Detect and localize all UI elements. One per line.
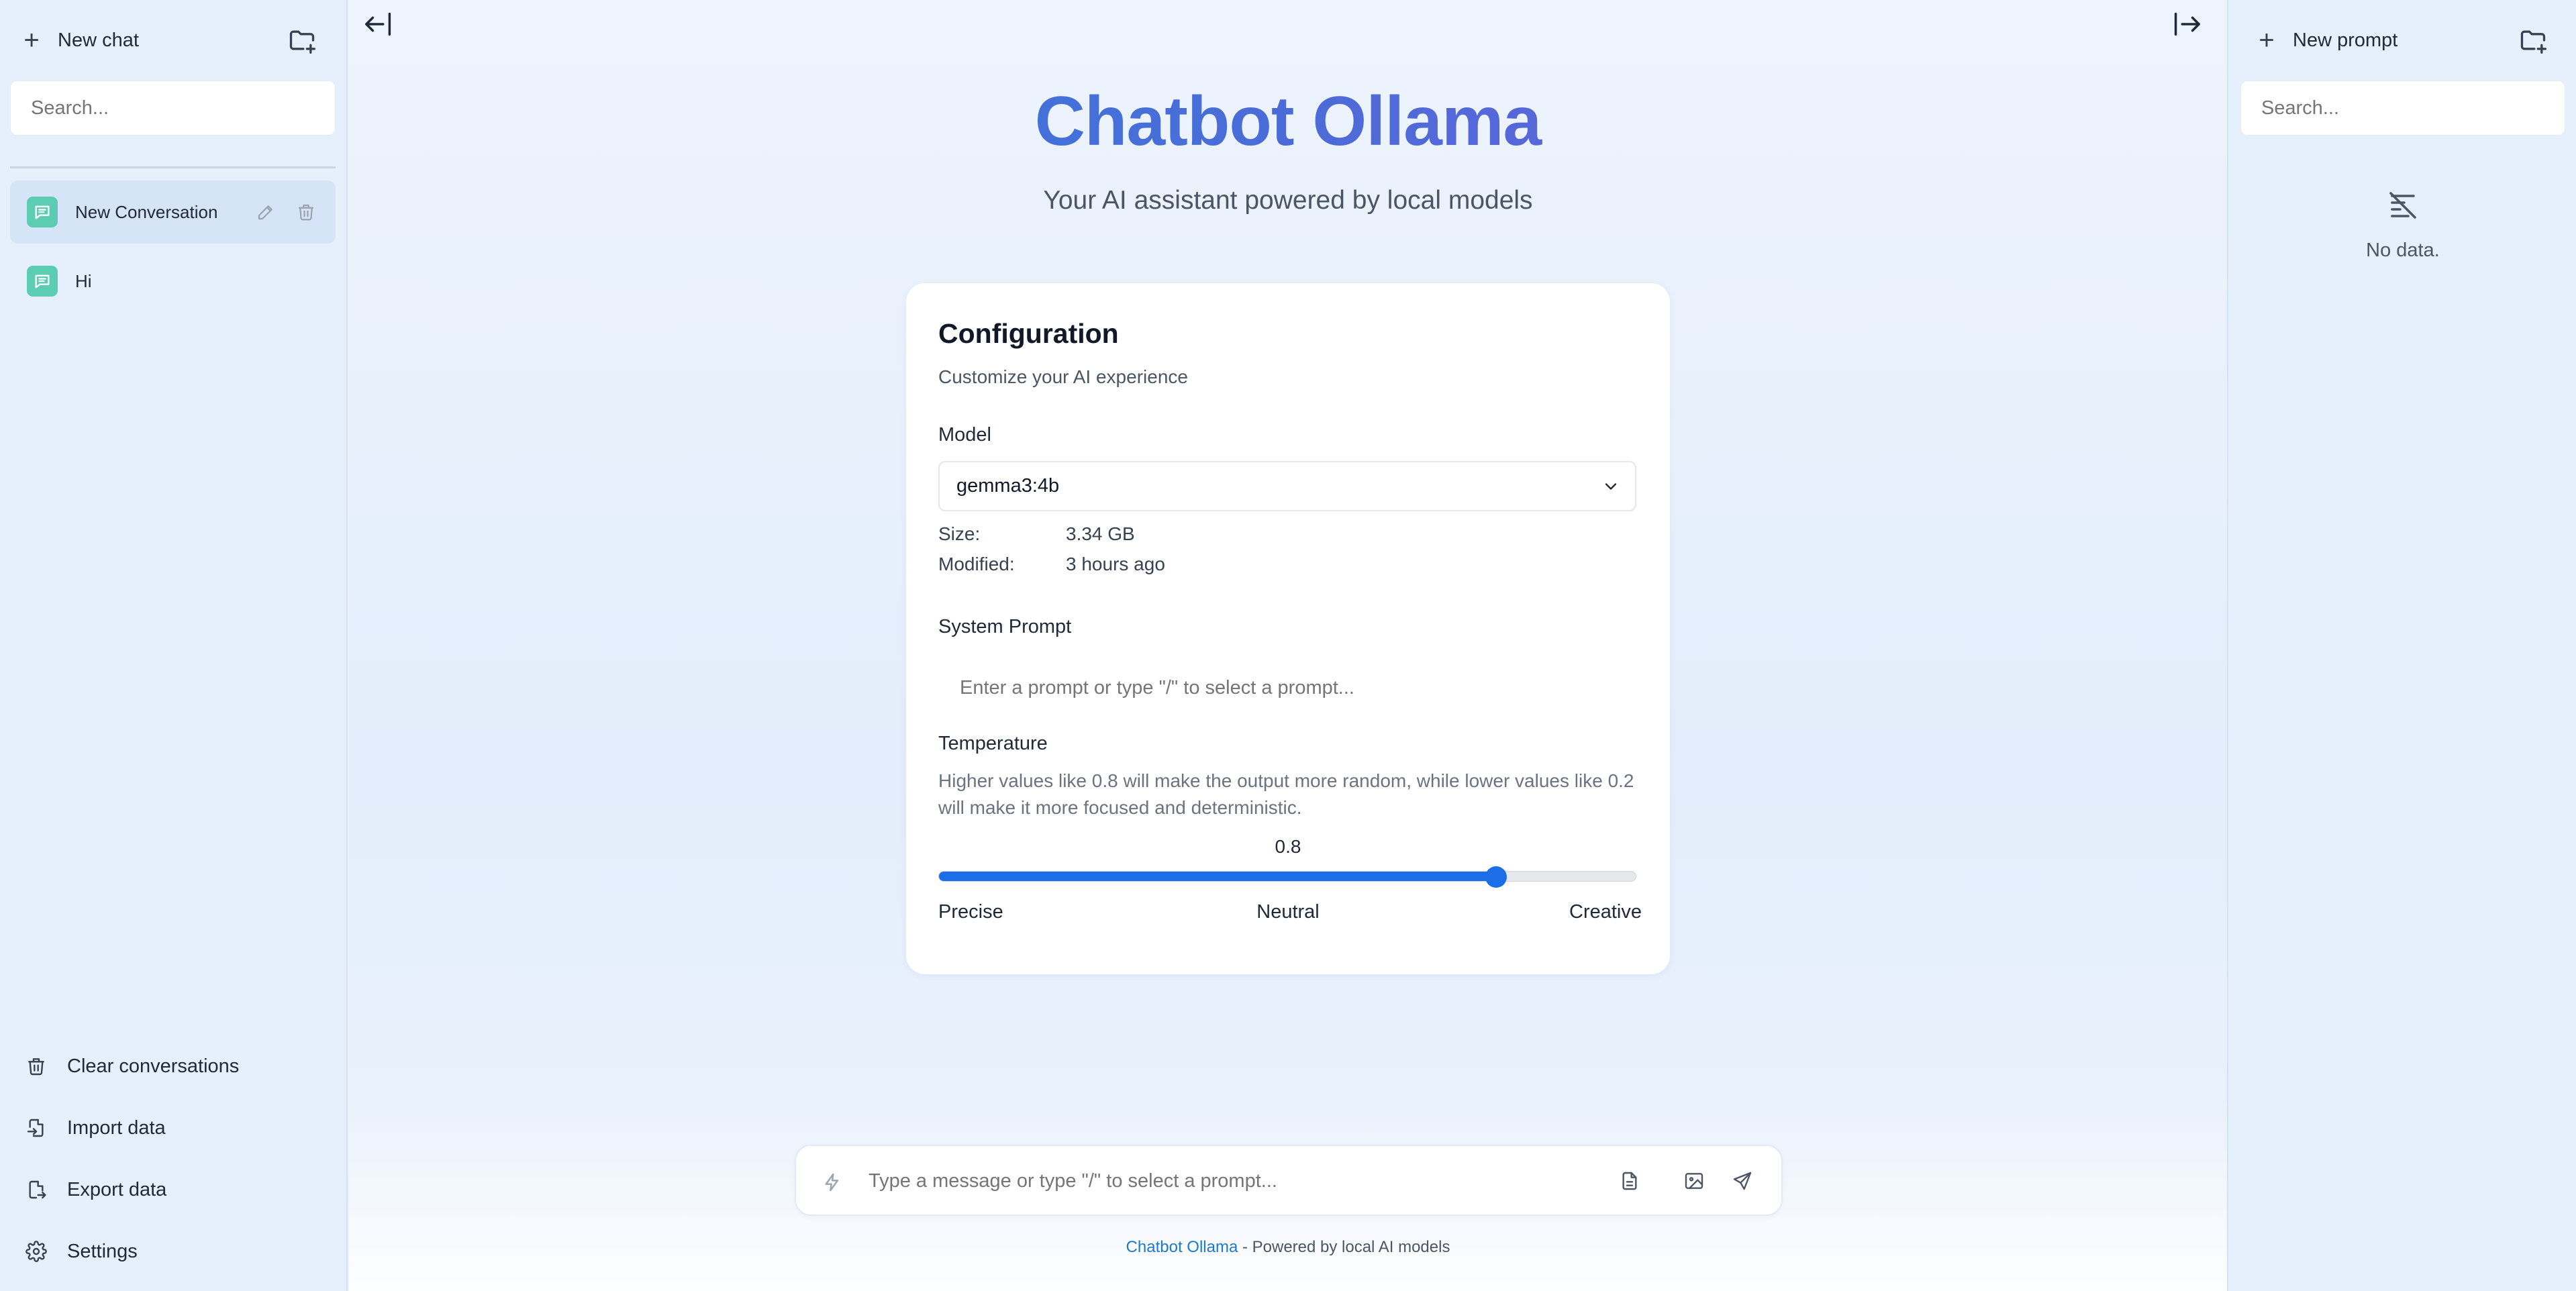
no-data-text: No data. [2366, 240, 2440, 261]
model-label: Model [938, 424, 991, 446]
footer-link[interactable]: Chatbot Ollama [1126, 1238, 1238, 1256]
page-title: Chatbot Ollama [349, 82, 2227, 162]
delete-conversation-button[interactable] [291, 197, 321, 227]
page-subtitle: Your AI assistant powered by local model… [1043, 186, 1533, 215]
new-chat-button[interactable]: + New chat [20, 20, 275, 60]
divider [10, 166, 336, 168]
modified-value: 3 hours ago [1066, 554, 1165, 574]
temperature-description: Higher values like 0.8 will make the out… [938, 770, 1634, 818]
chevron-down-icon [1605, 483, 1617, 490]
prompt-search-input[interactable] [2240, 81, 2565, 136]
collapse-left-sidebar-button[interactable] [362, 9, 396, 39]
modified-label: Modified: [938, 554, 1015, 574]
settings-label: Settings [67, 1240, 138, 1262]
file-import-icon [27, 1119, 44, 1137]
main-area: Chatbot Ollama Your AI assistant powered… [349, 0, 2227, 1291]
system-prompt-input[interactable] [938, 663, 1636, 713]
folder-plus-icon [289, 30, 315, 54]
model-size-row: Size: 3.34 GB [938, 523, 1135, 545]
size-label: Size: [938, 523, 981, 544]
edit-conversation-button[interactable] [251, 197, 281, 227]
footer-text: - Powered by local AI models [1238, 1238, 1450, 1256]
conversation-item[interactable]: New Conversation [10, 180, 336, 244]
trash-icon [28, 1058, 44, 1076]
conversation-label: Hi [75, 270, 92, 291]
model-modified-row: Modified: 3 hours ago [938, 554, 1165, 575]
model-select[interactable]: gemma3:4b [938, 461, 1636, 511]
chat-message-input[interactable] [869, 1159, 1580, 1202]
file-icon [1622, 1172, 1637, 1190]
size-value: 3.34 GB [1066, 523, 1135, 544]
file-export-icon [29, 1180, 46, 1199]
arrow-right-bar-icon [2174, 12, 2200, 36]
no-data-icon [2389, 192, 2416, 219]
new-folder-button[interactable] [287, 25, 317, 55]
new-prompt-label: New prompt [2293, 29, 2398, 51]
collapse-right-sidebar-button[interactable] [2169, 9, 2203, 39]
message-icon [27, 266, 58, 297]
clear-conversations-label: Clear conversations [67, 1055, 240, 1077]
export-data-label: Export data [67, 1178, 167, 1200]
slider-label-neutral: Neutral [1256, 901, 1320, 923]
image-icon [1685, 1173, 1703, 1189]
model-select-value: gemma3:4b [956, 475, 1060, 497]
conversation-item[interactable]: Hi [10, 250, 336, 313]
import-data-button[interactable]: Import data [26, 1108, 321, 1148]
arrow-left-bar-icon [365, 12, 391, 36]
system-prompt-label: System Prompt [938, 616, 1072, 637]
new-chat-label: New chat [58, 29, 139, 51]
configuration-subtitle: Customize your AI experience [938, 366, 1188, 387]
folder-plus-icon [2520, 30, 2546, 54]
footer: Chatbot Ollama - Powered by local AI mod… [349, 1238, 2227, 1257]
pencil-icon [258, 205, 273, 220]
right-sidebar: + New prompt No data. [2227, 0, 2576, 1291]
chat-input-bar [795, 1145, 1783, 1216]
message-icon [27, 197, 58, 227]
send-button[interactable] [1729, 1168, 1756, 1194]
new-prompt-button[interactable]: + New prompt [2255, 20, 2510, 60]
slider-label-creative: Creative [1569, 901, 1642, 923]
new-prompt-folder-button[interactable] [2518, 25, 2548, 55]
configuration-card: Configuration Customize your AI experien… [906, 283, 1670, 974]
configuration-title: Configuration [938, 318, 1119, 349]
conversation-search-input[interactable] [10, 81, 336, 136]
import-data-label: Import data [67, 1117, 166, 1139]
plus-icon: + [2259, 25, 2275, 55]
temperature-value: 0.8 [1275, 836, 1301, 857]
send-icon [1733, 1172, 1752, 1190]
gear-icon [26, 1241, 47, 1262]
trash-icon [298, 204, 314, 221]
plus-icon: + [23, 25, 40, 55]
conversation-label: New Conversation [75, 201, 218, 222]
left-sidebar: + New chat New Conversation Hi Clear con… [0, 0, 348, 1291]
export-data-button[interactable]: Export data [26, 1170, 321, 1210]
slider-thumb[interactable] [1485, 866, 1507, 888]
bolt-icon[interactable] [822, 1172, 843, 1193]
clear-conversations-button[interactable]: Clear conversations [26, 1046, 321, 1086]
settings-button[interactable]: Settings [26, 1231, 321, 1272]
attach-file-button[interactable] [1616, 1168, 1643, 1194]
temperature-slider[interactable] [938, 866, 1636, 888]
slider-fill [939, 872, 1497, 881]
temperature-label: Temperature [938, 733, 1048, 754]
attach-image-button[interactable] [1681, 1168, 1707, 1194]
